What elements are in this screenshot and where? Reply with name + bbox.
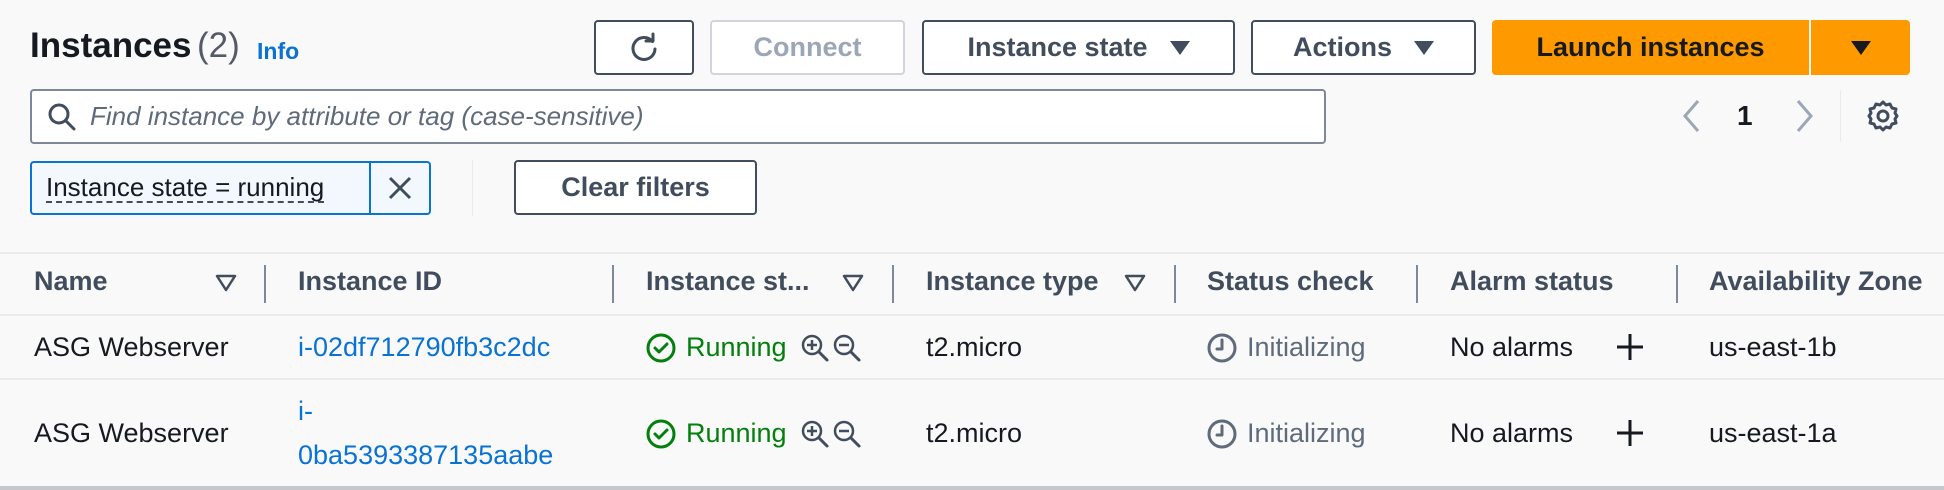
sort-down-icon[interactable] <box>842 274 864 292</box>
column-header-availability-zone[interactable]: Availability Zone <box>1709 266 1923 297</box>
column-header-name[interactable]: Name <box>34 266 108 297</box>
zoom-in-icon[interactable] <box>800 419 830 449</box>
instance-id-link-part1[interactable]: i- <box>298 396 313 427</box>
instance-state-running: Running <box>686 418 787 448</box>
check-circle-icon <box>646 333 676 363</box>
launch-instances-button[interactable]: Launch instances <box>1492 20 1809 75</box>
cell-name: ASG Webserver <box>34 332 229 362</box>
zoom-out-icon[interactable] <box>832 419 862 449</box>
add-alarm-icon[interactable] <box>1614 417 1646 449</box>
cell-name: ASG Webserver <box>34 418 229 448</box>
sort-down-icon[interactable] <box>1124 274 1146 292</box>
divider <box>472 160 473 216</box>
search-icon <box>46 101 78 133</box>
chevron-right-icon <box>1796 100 1813 132</box>
connect-button[interactable]: Connect <box>710 20 905 75</box>
cell-status-check: Initializing <box>1247 418 1366 448</box>
table-bottom-border <box>0 486 1944 490</box>
zoom-out-icon[interactable] <box>832 333 862 363</box>
cell-instance-type: t2.micro <box>926 418 1023 448</box>
row-divider <box>0 314 1944 316</box>
filter-token-label[interactable]: Instance state = running <box>32 163 369 213</box>
column-header-instance-id[interactable]: Instance ID <box>298 266 442 297</box>
info-link[interactable]: Info <box>257 38 299 65</box>
refresh-button[interactable] <box>594 20 694 75</box>
row-divider <box>0 378 1944 380</box>
actions-label: Actions <box>1292 32 1392 62</box>
zoom-in-icon[interactable] <box>800 333 830 363</box>
column-header-instance-state[interactable]: Instance st... <box>646 266 810 297</box>
caret-down-icon <box>1169 40 1190 55</box>
preferences-button[interactable] <box>1866 99 1900 138</box>
column-resizer[interactable] <box>1676 265 1678 303</box>
column-resizer[interactable] <box>1174 265 1176 303</box>
search-input[interactable] <box>90 101 1290 132</box>
cell-alarm-status: No alarms <box>1450 418 1574 448</box>
filter-token-text: Instance state = running <box>46 172 325 203</box>
page-title: Instances <box>30 26 192 65</box>
divider <box>1840 90 1841 142</box>
column-header-alarm-status[interactable]: Alarm status <box>1450 266 1614 297</box>
instance-state-label: Instance state <box>967 32 1148 62</box>
launch-instances-label: Launch instances <box>1536 32 1765 62</box>
chevron-left-icon <box>1683 100 1700 132</box>
launch-options-dropdown[interactable] <box>1811 20 1910 75</box>
next-page-button[interactable] <box>1792 98 1816 139</box>
caret-down-icon <box>1850 40 1871 55</box>
sort-down-icon[interactable] <box>215 274 237 292</box>
column-resizer[interactable] <box>612 265 614 303</box>
clear-filters-label: Clear filters <box>561 172 710 202</box>
clock-icon <box>1207 333 1237 363</box>
add-alarm-icon[interactable] <box>1614 331 1646 363</box>
connect-label: Connect <box>753 32 862 62</box>
close-icon <box>388 176 412 200</box>
gear-icon <box>1867 100 1899 132</box>
remove-filter-button[interactable] <box>369 163 429 213</box>
cell-alarm-status: No alarms <box>1450 332 1574 362</box>
instance-id-link-part2[interactable]: 0ba5393387135aabe <box>298 440 553 471</box>
cell-instance-type: t2.micro <box>926 332 1023 362</box>
column-resizer[interactable] <box>264 265 266 303</box>
table-divider <box>0 252 1944 254</box>
current-page[interactable]: 1 <box>1737 100 1753 132</box>
column-resizer[interactable] <box>892 265 894 303</box>
search-field[interactable] <box>30 89 1326 144</box>
clear-filters-button[interactable]: Clear filters <box>514 160 757 215</box>
check-circle-icon <box>646 419 676 449</box>
clock-icon <box>1207 419 1237 449</box>
cell-availability-zone: us-east-1a <box>1709 418 1837 448</box>
instance-state-running: Running <box>686 332 787 362</box>
refresh-icon <box>631 32 657 61</box>
cell-status-check: Initializing <box>1247 332 1366 362</box>
instance-id-link[interactable]: i-02df712790fb3c2dc <box>298 332 550 363</box>
instance-count: (2) <box>197 26 240 65</box>
column-header-instance-type[interactable]: Instance type <box>926 266 1099 297</box>
filter-token: Instance state = running <box>30 161 431 215</box>
previous-page-button[interactable] <box>1680 98 1704 139</box>
actions-dropdown[interactable]: Actions <box>1251 20 1476 75</box>
instance-state-dropdown[interactable]: Instance state <box>922 20 1235 75</box>
cell-availability-zone: us-east-1b <box>1709 332 1837 362</box>
column-resizer[interactable] <box>1416 265 1418 303</box>
column-header-status-check[interactable]: Status check <box>1207 266 1374 297</box>
caret-down-icon <box>1414 40 1434 55</box>
